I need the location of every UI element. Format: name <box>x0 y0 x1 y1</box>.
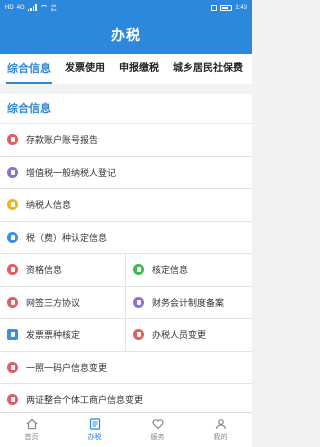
service-item-label: 发票票种核定 <box>26 330 81 341</box>
staff-change-icon <box>133 329 144 341</box>
nav-service-label: 服务 <box>150 434 165 441</box>
battery-icon <box>220 4 233 11</box>
list-row: 资格信息 核定信息 <box>0 254 252 287</box>
service-item-label: 纳税人信息 <box>26 200 72 211</box>
signal-icon <box>27 4 37 11</box>
service-item-label: 办税人员变更 <box>152 330 207 341</box>
service-item[interactable]: 财务会计制度备案 <box>126 287 252 319</box>
nfc-icon <box>211 4 218 11</box>
service-item[interactable]: 两证整合个体工商户信息变更 <box>0 384 252 416</box>
list-row: 网签三方协议 财务会计制度备案 <box>0 286 252 319</box>
service-item[interactable]: 纳税人信息 <box>0 189 252 221</box>
list-row: 税（费）种认定信息 <box>0 221 252 254</box>
invoice-card-icon <box>7 329 18 341</box>
service-item-label: 网签三方协议 <box>26 297 81 308</box>
contract-icon <box>7 296 18 308</box>
list-row: 发票票种核定 办税人员变更 <box>0 319 252 352</box>
list-row: 存款账户账号报告 <box>0 124 252 157</box>
top-header: HD 4G 68 B/s 1:43 办税 <box>0 0 252 54</box>
tab-declare-pay[interactable]: 申报缴税 <box>112 54 166 84</box>
nav-home[interactable]: 首页 <box>0 413 63 447</box>
nav-home-label: 首页 <box>24 434 39 441</box>
service-item-label: 税（费）种认定信息 <box>26 232 108 243</box>
service-item-label: 核定信息 <box>152 265 189 276</box>
carrier-label: HD <box>5 4 14 11</box>
nav-mine-label: 我的 <box>213 434 228 441</box>
service-item[interactable]: 一照一码户信息变更 <box>0 352 252 384</box>
tax-list-icon <box>89 418 100 430</box>
service-item[interactable]: 发票票种核定 <box>0 319 126 351</box>
tab-social-insurance[interactable]: 城乡居民社保费 <box>166 54 250 84</box>
tab-invoice-use[interactable]: 发票使用 <box>58 54 112 84</box>
service-item-label: 财务会计制度备案 <box>152 297 225 308</box>
register-icon <box>7 166 18 178</box>
app-title: 办税 <box>111 26 141 43</box>
section-title: 综合信息 <box>0 94 252 124</box>
shield-check-icon <box>7 231 18 243</box>
service-item[interactable]: 增值税一般纳税人登记 <box>0 157 252 189</box>
license-icon <box>7 361 18 373</box>
nav-mine[interactable]: 我的 <box>189 413 252 447</box>
list-row: 纳税人信息 <box>0 189 252 222</box>
list-row: 增值税一般纳税人登记 <box>0 156 252 189</box>
service-item[interactable]: 办税人员变更 <box>126 319 252 351</box>
bottom-nav: 首页 办税 服务 我的 <box>0 412 252 447</box>
nav-service[interactable]: 服务 <box>126 413 189 447</box>
service-item-label: 一照一码户信息变更 <box>26 362 108 373</box>
wifi-icon <box>39 4 48 11</box>
service-item-label: 资格信息 <box>26 265 63 276</box>
approval-icon <box>133 264 144 276</box>
network-label: 4G <box>16 4 25 11</box>
user-icon <box>215 419 226 430</box>
nav-tax[interactable]: 办税 <box>63 413 126 447</box>
business-icon <box>7 394 18 406</box>
service-item[interactable]: 存款账户账号报告 <box>0 124 252 156</box>
status-bar: HD 4G 68 B/s 1:43 <box>0 0 252 15</box>
service-item[interactable]: 税（费）种认定信息 <box>0 222 252 254</box>
category-tabs: 综合信息 发票使用 申报缴税 城乡居民社保费 <box>0 54 252 84</box>
qualification-icon <box>7 264 18 276</box>
nav-tax-label: 办税 <box>87 434 102 441</box>
service-item[interactable]: 核定信息 <box>126 254 252 286</box>
service-item-label: 两证整合个体工商户信息变更 <box>26 395 144 406</box>
service-item-label: 增值税一般纳税人登记 <box>26 167 117 178</box>
heart-icon <box>151 419 164 430</box>
tab-comprehensive-info[interactable]: 综合信息 <box>0 54 58 84</box>
key-icon <box>7 199 18 211</box>
document-icon <box>7 134 18 146</box>
service-item[interactable]: 网签三方协议 <box>0 286 126 318</box>
finance-icon <box>133 296 144 308</box>
service-item[interactable]: 资格信息 <box>0 254 126 286</box>
list-row: 一照一码户信息变更 <box>0 351 252 384</box>
clock: 1:43 <box>235 4 247 11</box>
service-list: 存款账户账号报告增值税一般纳税人登记 纳税人信息税（费）种认定信息 资格信息 核定信息… <box>0 124 252 417</box>
home-icon <box>26 418 37 430</box>
service-item-label: 存款账户账号报告 <box>26 135 99 146</box>
net-speed: 68 B/s <box>50 2 57 12</box>
